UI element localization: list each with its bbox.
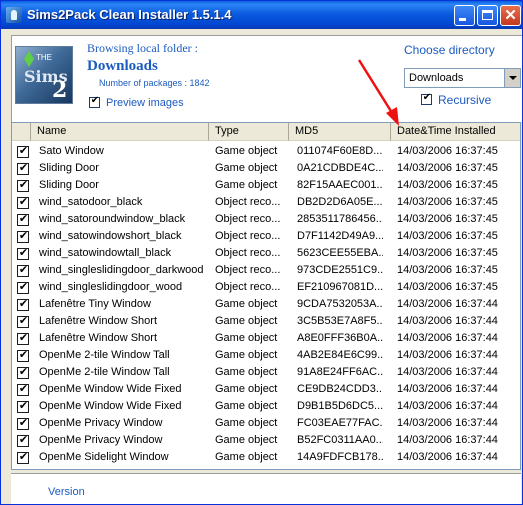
arrow-head [386, 107, 399, 126]
installer-window: Sims2Pack Clean Installer 1.5.1.4 ✕ THE … [0, 0, 523, 505]
red-arrow-icon [357, 59, 399, 126]
arrow-shaft [357, 59, 396, 117]
